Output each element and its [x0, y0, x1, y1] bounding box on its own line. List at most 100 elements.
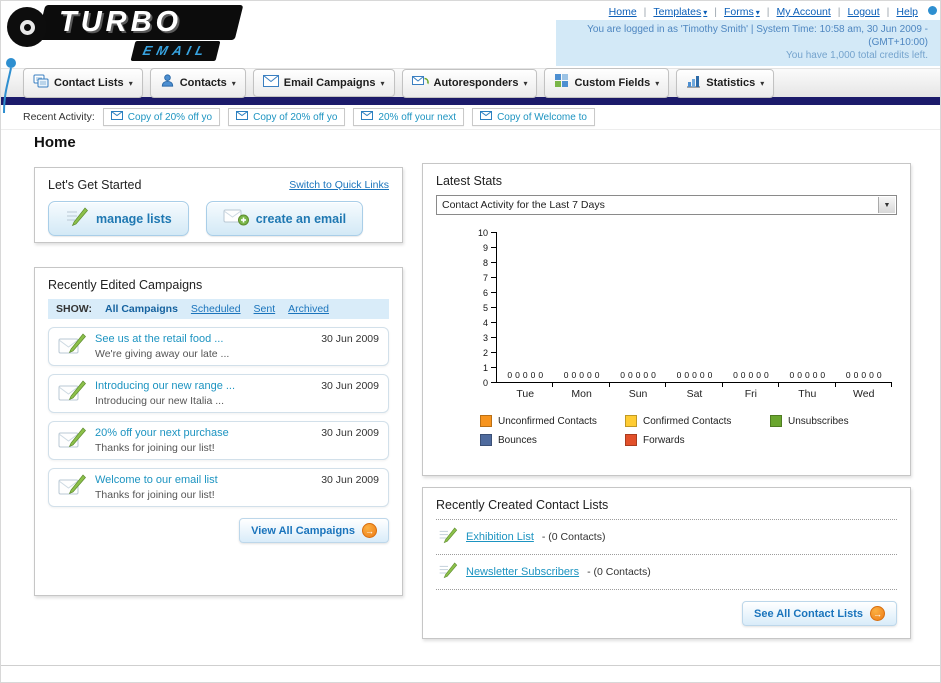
chevron-down-icon: ▾ — [231, 78, 236, 88]
create-email-label: create an email — [255, 211, 347, 226]
campaign-title-link[interactable]: Welcome to our email list — [95, 474, 218, 486]
envelope-icon — [480, 111, 493, 123]
footer-divider — [1, 665, 940, 666]
see-all-contact-lists-button[interactable]: See All Contact Lists → — [741, 601, 897, 626]
nav-link-home[interactable]: Home — [609, 6, 637, 18]
chart-value: 0 — [627, 370, 633, 380]
nav-link-logout[interactable]: Logout — [848, 6, 880, 18]
campaign-subtitle: Thanks for joining our list! — [95, 442, 215, 454]
legend-item: Unsubscribes — [770, 415, 915, 427]
recent-activity-item[interactable]: Copy of 20% off yo — [102, 108, 221, 126]
chart-value: 0 — [620, 370, 625, 380]
logo-swirl-icon — [7, 7, 47, 47]
chart-x-labels: Tue Mon Sun Sat Fri Thu Wed — [497, 388, 892, 400]
contact-list-link[interactable]: Newsletter Subscribers — [466, 566, 579, 578]
tab-label: Contacts — [179, 77, 227, 89]
x-tick-mark — [723, 383, 780, 387]
chart-value: 0 — [651, 370, 656, 380]
y-tick-label: 10 — [477, 228, 488, 238]
campaign-date: 30 Jun 2009 — [321, 333, 379, 345]
tab-contact-lists[interactable]: Contact Lists ▾ — [23, 68, 143, 98]
custom-fields-icon — [554, 73, 569, 93]
recent-activity-item[interactable]: Copy of Welcome to — [472, 108, 595, 126]
x-axis-label: Wed — [853, 388, 875, 400]
campaign-title-link[interactable]: 20% off your next purchase — [95, 427, 229, 439]
envelope-icon — [236, 111, 249, 123]
pencil-icon — [438, 562, 458, 582]
nav-link-templates[interactable]: Templates ▾ — [653, 6, 707, 18]
recent-activity-item[interactable]: 20% off your next — [353, 108, 465, 126]
chart-value: 0 — [876, 370, 882, 380]
legend-label: Bounces — [498, 434, 537, 446]
email-campaigns-icon — [262, 74, 279, 92]
recent-activity-text: Copy of Welcome to — [497, 111, 587, 123]
view-all-campaigns-label: View All Campaigns — [251, 524, 355, 537]
envelope-plus-icon — [223, 208, 249, 229]
contact-list-link[interactable]: Exhibition List — [466, 531, 534, 543]
envelope-icon — [361, 111, 374, 123]
campaign-title-link[interactable]: Introducing our new range ... — [95, 380, 235, 392]
login-status-text: You are logged in as 'Timothy Smith' | S… — [587, 24, 928, 48]
filter-scheduled[interactable]: Scheduled — [191, 303, 241, 315]
chevron-down-icon: ▾ — [655, 78, 660, 88]
nav-link-my-account[interactable]: My Account — [777, 6, 831, 18]
chart-value: 0 — [748, 370, 754, 380]
chart-value: 0 — [812, 370, 818, 380]
page-title: Home — [34, 134, 76, 151]
tab-custom-fields[interactable]: Custom Fields ▾ — [544, 68, 670, 98]
chart-plot: 00000000000000000000000000000000000 — [496, 232, 892, 383]
stats-period-select[interactable]: Contact Activity for the Last 7 Days ▼ — [436, 195, 897, 215]
tab-autoresponders[interactable]: Autoresponders ▾ — [401, 68, 538, 98]
campaign-row[interactable]: Welcome to our email list Thanks for joi… — [48, 468, 389, 507]
tab-label: Email Campaigns — [283, 77, 376, 89]
envelope-pencil-icon — [58, 427, 86, 454]
switch-quick-links-link[interactable]: Switch to Quick Links — [289, 179, 389, 191]
legend-item: Confirmed Contacts — [625, 415, 770, 427]
x-tick-mark — [836, 383, 892, 387]
campaign-row[interactable]: 20% off your next purchase Thanks for jo… — [48, 421, 389, 460]
envelope-icon — [110, 111, 123, 123]
logo-tail-decoration — [3, 58, 16, 114]
nav-link-label: My Account — [776, 6, 831, 18]
y-tick-label: 2 — [482, 348, 488, 358]
x-tick-mark — [666, 383, 723, 387]
chart-value: 0 — [764, 370, 769, 380]
chart-value: 0 — [797, 370, 802, 380]
chart-value-group: 00000 — [497, 370, 553, 380]
filter-all-campaigns[interactable]: All Campaigns — [105, 303, 178, 315]
contact-list-items: Exhibition List - (0 Contacts) Newslette… — [436, 519, 897, 590]
tab-contacts[interactable]: Contacts ▾ — [149, 68, 246, 98]
recent-activity-bar: Recent Activity: Copy of 20% off yo Copy… — [1, 105, 940, 130]
chevron-down-icon: ▾ — [380, 78, 385, 88]
envelope-pencil-icon — [58, 333, 86, 360]
create-email-button[interactable]: create an email — [205, 201, 364, 236]
nav-link-help[interactable]: Help — [896, 6, 918, 18]
get-started-panel: Let's Get Started Switch to Quick Links … — [34, 167, 403, 243]
logo-text-email: EMAIL — [141, 43, 211, 58]
chart-value: 0 — [676, 370, 682, 380]
tab-statistics[interactable]: Statistics ▾ — [676, 68, 775, 98]
legend-item: Forwards — [625, 434, 770, 446]
nav-link-forms[interactable]: Forms ▾ — [724, 6, 760, 18]
campaign-row[interactable]: Introducing our new range ... Introducin… — [48, 374, 389, 413]
chart-value: 0 — [635, 370, 641, 380]
legend-swatch — [625, 415, 637, 427]
session-info: You are logged in as 'Timothy Smith' | S… — [556, 20, 940, 66]
campaigns-title: Recently Edited Campaigns — [48, 278, 203, 292]
manage-lists-button[interactable]: manage lists — [48, 201, 189, 236]
chart-y-axis: 0 1 2 3 4 5 6 7 8 9 10 — [470, 228, 496, 388]
recent-activity-item[interactable]: Copy of 20% off yo — [228, 108, 346, 126]
nav-link-label: Forms — [724, 6, 754, 18]
envelope-pencil-icon — [58, 380, 86, 407]
legend-swatch — [480, 415, 492, 427]
filter-archived[interactable]: Archived — [288, 303, 329, 315]
chart-value: 0 — [733, 370, 738, 380]
tab-email-campaigns[interactable]: Email Campaigns ▾ — [252, 69, 395, 97]
nav-separator: | — [837, 6, 841, 18]
chart-value-row: 00000000000000000000000000000000000 — [497, 370, 892, 380]
autoresponders-icon — [411, 74, 429, 93]
campaign-row[interactable]: See us at the retail food ... We're givi… — [48, 327, 389, 366]
view-all-campaigns-button[interactable]: View All Campaigns → — [239, 518, 389, 543]
campaign-title-link[interactable]: See us at the retail food ... — [95, 333, 229, 345]
filter-sent[interactable]: Sent — [254, 303, 276, 315]
